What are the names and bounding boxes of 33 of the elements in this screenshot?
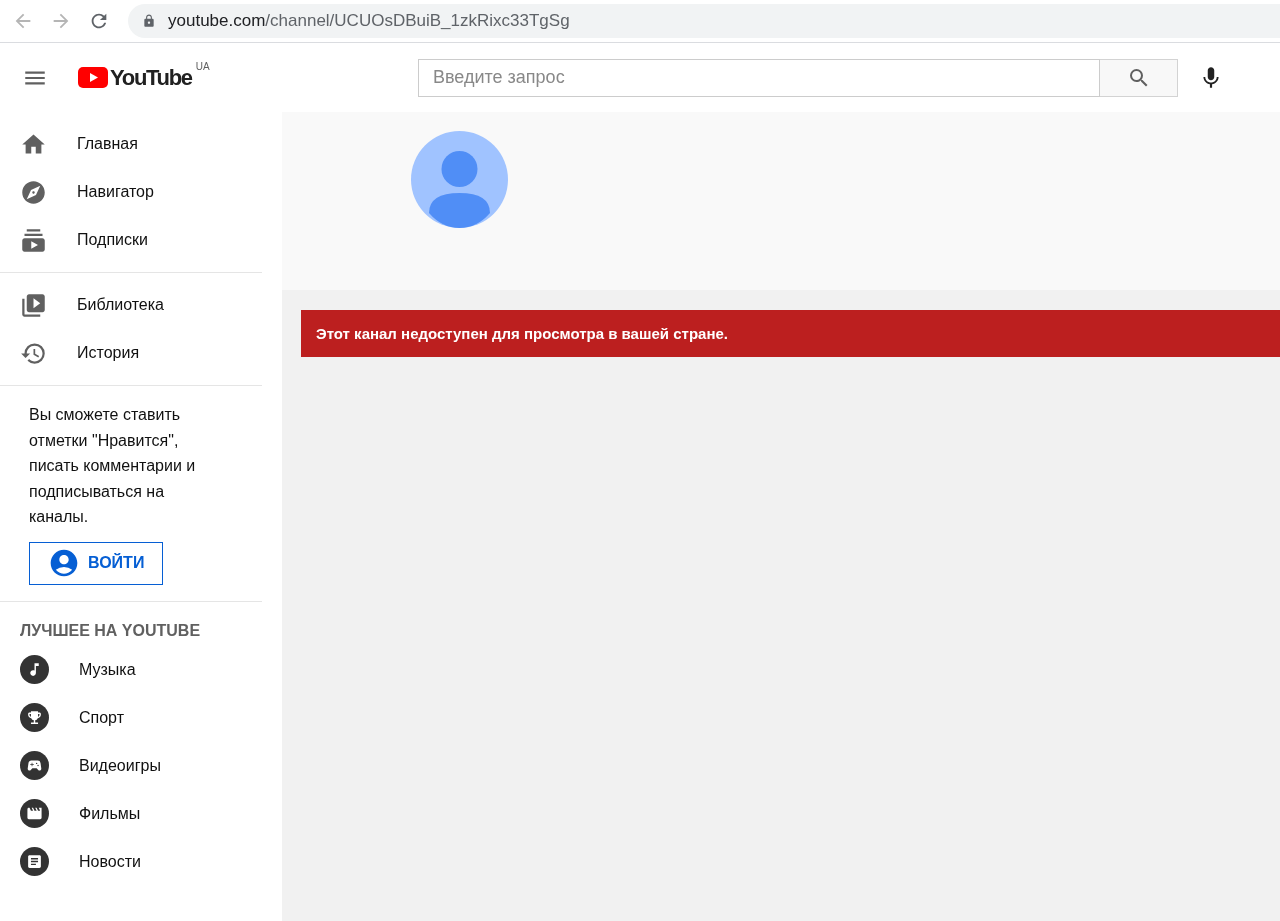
sidebar-item[interactable]: Главная: [0, 120, 262, 168]
account-icon: [48, 547, 80, 579]
avatar-icon: [411, 131, 508, 228]
film-icon: [20, 799, 49, 828]
sidebar-item[interactable]: Музыка: [0, 645, 262, 694]
play-logo-icon: [78, 67, 108, 88]
lock-icon: [142, 14, 156, 28]
sidebar-item[interactable]: Библиотека: [0, 281, 262, 329]
search-field[interactable]: Введите запрос: [418, 58, 1100, 97]
gamepad-icon: [20, 751, 49, 780]
trophy-icon: [20, 703, 49, 732]
signin-button[interactable]: ВОЙТИ: [29, 541, 164, 585]
address-bar[interactable]: youtube.com/channel/UCUOsDBuiB_1zkRixc33TgSg: [128, 4, 1280, 38]
signin-prompt: Вы сможете ставить отметки "Нравится", писать комментарии и подписываться на каналы.: [29, 405, 197, 527]
sidebar-item[interactable]: Новости: [0, 837, 262, 886]
sidebar-item[interactable]: Спорт: [0, 693, 262, 742]
sidebar-item[interactable]: Подписки: [0, 216, 262, 264]
sidebar-item[interactable]: Навигатор: [0, 168, 262, 216]
sidebar-item[interactable]: Фильмы: [0, 789, 262, 838]
url-host: youtube.com: [168, 11, 266, 31]
logo-text[interactable]: YouTube: [110, 64, 192, 91]
error-banner: Этот канал недоступен для просмотра в вашей стране.: [301, 310, 1280, 357]
library-icon: [20, 291, 47, 319]
url-path: /channel/UCUOsDBuiB_1zkRixc33TgSg: [265, 11, 570, 31]
compass-icon: [20, 178, 47, 206]
sidebar-item[interactable]: Видеоигры: [0, 741, 262, 790]
section-heading: ЛУЧШЕЕ НА YOUTUBE: [19, 620, 202, 641]
region-label: UA: [195, 60, 210, 72]
search-button[interactable]: [1100, 58, 1178, 97]
subscriptions-icon: [20, 226, 47, 254]
sidebar-item[interactable]: История: [0, 329, 262, 377]
newspaper-icon: [20, 847, 49, 876]
music-note-icon: [20, 655, 49, 684]
